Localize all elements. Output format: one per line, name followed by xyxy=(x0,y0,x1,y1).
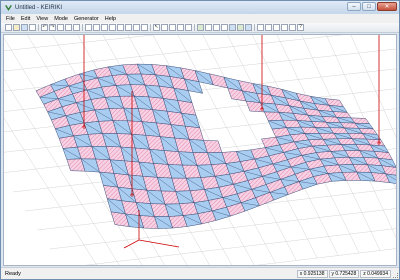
paste-icon[interactable] xyxy=(73,24,80,31)
resize-grip[interactable] xyxy=(393,273,398,278)
top-view-icon[interactable] xyxy=(125,24,132,31)
maximize-button[interactable]: □ xyxy=(362,2,376,11)
member-icon[interactable] xyxy=(169,24,176,31)
analysis-icon[interactable] xyxy=(197,24,204,31)
load-icon[interactable] xyxy=(185,24,192,31)
toolbar-separator xyxy=(82,24,83,31)
open-folder-icon[interactable] xyxy=(13,24,20,31)
toolbar-separator xyxy=(194,24,195,31)
select-icon[interactable]: ↖ xyxy=(153,24,160,31)
app-window: Untitled - KEIRIKI – □ ✕ File Edit View … xyxy=(0,0,400,280)
window-title: Untitled - KEIRIKI xyxy=(15,4,63,11)
app-logo-icon xyxy=(5,5,12,11)
undo-icon[interactable]: ↶ xyxy=(41,24,48,31)
front-view-icon[interactable] xyxy=(117,24,124,31)
3d-viewport[interactable] xyxy=(3,34,397,266)
node-icon[interactable] xyxy=(161,24,168,31)
coord-z: z 0.049934 xyxy=(360,270,391,278)
menu-bar: File Edit View Mode Generator Help xyxy=(1,14,399,23)
toolbar: ↶ ↷ ↖? xyxy=(1,23,399,33)
rotate-icon[interactable] xyxy=(101,24,108,31)
help-icon[interactable]: ? xyxy=(297,24,304,31)
axial-icon[interactable] xyxy=(221,24,228,31)
perspective-icon[interactable] xyxy=(141,24,148,31)
title-bar[interactable]: Untitled - KEIRIKI – □ ✕ xyxy=(1,1,399,14)
pan-icon[interactable] xyxy=(93,24,100,31)
status-text: Ready xyxy=(5,270,21,277)
menu-view[interactable]: View xyxy=(36,16,48,22)
menu-edit[interactable]: Edit xyxy=(21,16,30,22)
toolbar-separator xyxy=(254,24,255,31)
structure-view[interactable] xyxy=(4,35,396,265)
redo-icon[interactable]: ↷ xyxy=(49,24,56,31)
axis-icon[interactable] xyxy=(273,24,280,31)
menu-generator[interactable]: Generator xyxy=(74,16,99,22)
deform-icon[interactable] xyxy=(229,24,236,31)
shear-icon[interactable] xyxy=(213,24,220,31)
stress-color-icon[interactable] xyxy=(237,24,244,31)
copy-icon[interactable] xyxy=(65,24,72,31)
toolbar-separator xyxy=(150,24,151,31)
new-file-icon[interactable] xyxy=(5,24,12,31)
menu-file[interactable]: File xyxy=(6,16,15,22)
cut-icon[interactable] xyxy=(57,24,64,31)
lattice-shell xyxy=(35,63,396,229)
status-bar: Ready x 0.925138 y 0.725428 z 0.049934 xyxy=(1,267,399,279)
fit-view-icon[interactable] xyxy=(109,24,116,31)
coord-y: y 0.725428 xyxy=(328,270,360,278)
print-icon[interactable] xyxy=(29,24,36,31)
label-icon[interactable] xyxy=(281,24,288,31)
zoom-icon[interactable] xyxy=(85,24,92,31)
grid-icon[interactable] xyxy=(265,24,272,31)
menu-mode[interactable]: Mode xyxy=(54,16,68,22)
settings-icon[interactable] xyxy=(257,24,264,31)
minimize-button[interactable]: – xyxy=(347,2,361,11)
toolbar-separator xyxy=(38,24,39,31)
close-button[interactable]: ✕ xyxy=(377,2,397,11)
support-icon[interactable] xyxy=(177,24,184,31)
side-view-icon[interactable] xyxy=(133,24,140,31)
render-icon[interactable] xyxy=(245,24,252,31)
menu-help[interactable]: Help xyxy=(105,16,116,22)
coord-x: x 0.925138 xyxy=(296,270,328,278)
filter-icon[interactable] xyxy=(289,24,296,31)
save-icon[interactable] xyxy=(21,24,28,31)
moment-icon[interactable] xyxy=(205,24,212,31)
